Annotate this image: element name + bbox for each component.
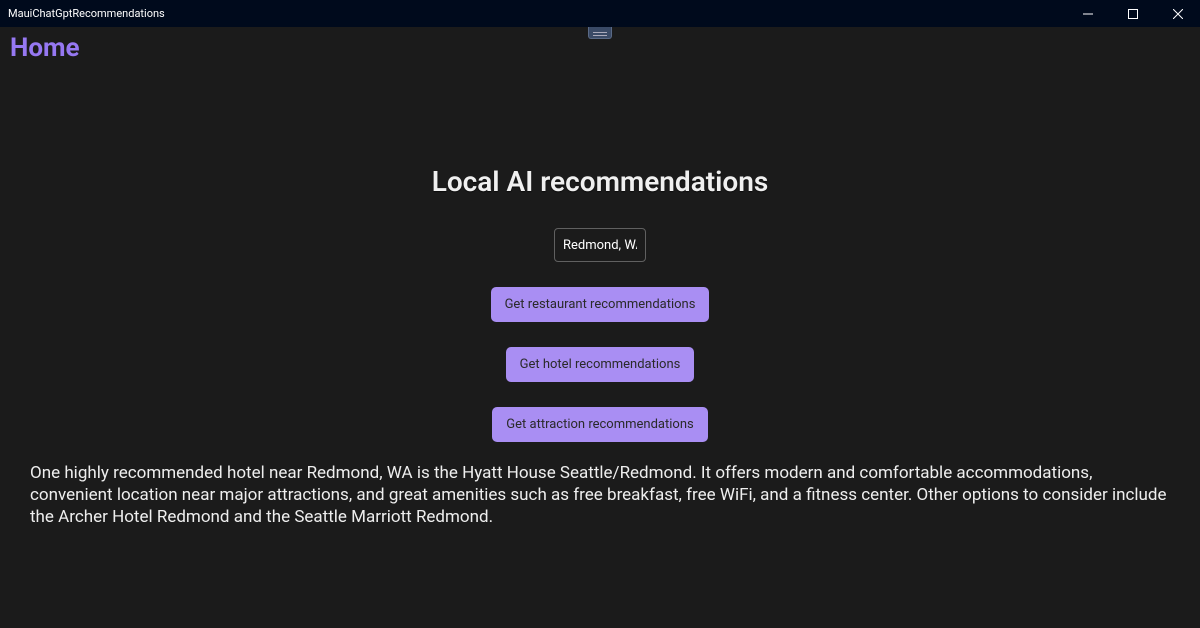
maximize-button[interactable] — [1110, 0, 1155, 27]
page-heading: Local AI recommendations — [432, 165, 769, 198]
main-content: Local AI recommendations Get restaurant … — [0, 63, 1200, 442]
close-icon — [1173, 9, 1183, 19]
get-hotel-recommendations-button[interactable]: Get hotel recommendations — [506, 347, 695, 382]
window-controls — [1065, 0, 1200, 27]
window-titlebar: MauiChatGptRecommendations — [0, 0, 1200, 27]
window-title: MauiChatGptRecommendations — [8, 7, 165, 20]
recommendation-result-text: One highly recommended hotel near Redmon… — [30, 463, 1170, 528]
minimize-icon — [1083, 9, 1093, 19]
minimize-button[interactable] — [1065, 0, 1110, 27]
flyout-pull-tab[interactable] — [588, 27, 612, 39]
get-restaurant-recommendations-button[interactable]: Get restaurant recommendations — [491, 287, 710, 322]
close-button[interactable] — [1155, 0, 1200, 27]
maximize-icon — [1128, 9, 1138, 19]
get-attraction-recommendations-button[interactable]: Get attraction recommendations — [492, 407, 707, 442]
location-input[interactable] — [554, 228, 646, 262]
